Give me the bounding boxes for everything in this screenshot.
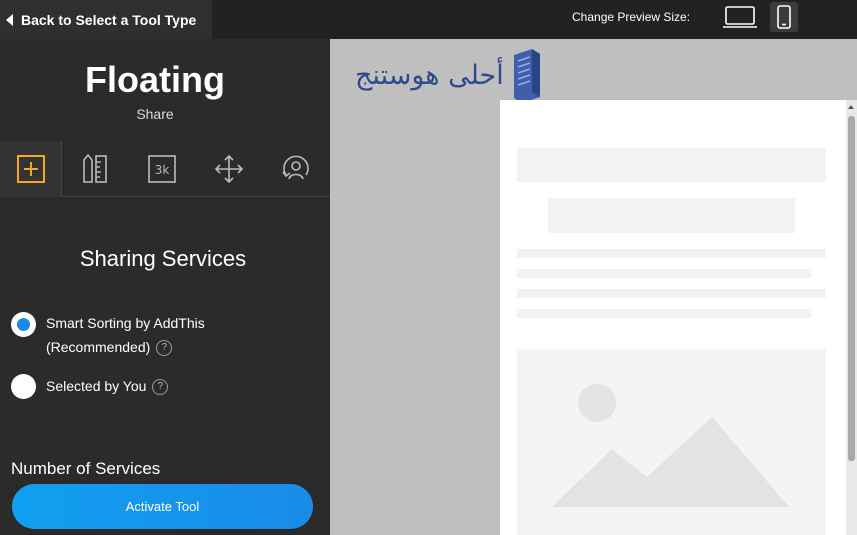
laptop-icon: [723, 6, 757, 28]
user-target-icon: [282, 155, 309, 180]
tool-title: Floating: [85, 59, 225, 100]
tab-counts[interactable]: 3k: [131, 141, 193, 197]
placeholder-title: [548, 198, 795, 233]
back-button[interactable]: Back to Select a Tool Type: [0, 0, 212, 39]
phone-icon: [777, 5, 791, 29]
tool-settings-panel: Floating Share 3k Sharing Services Smart…: [0, 39, 330, 535]
help-icon[interactable]: ?: [152, 379, 169, 396]
scroll-thumb[interactable]: [848, 116, 855, 461]
tab-position[interactable]: [198, 141, 260, 197]
site-logo: أحلى هوستنج: [355, 47, 544, 103]
placeholder-line: [517, 269, 811, 278]
preview-scrollbar[interactable]: [846, 100, 857, 535]
tab-design[interactable]: [64, 141, 126, 197]
scroll-up-icon[interactable]: [848, 105, 854, 109]
top-bar: Back to Select a Tool Type Change Previe…: [0, 0, 857, 39]
settings-tabs: 3k: [0, 141, 330, 197]
smart-sorting-option[interactable]: Smart Sorting by AddThis (Recommended)?: [11, 312, 205, 359]
radio-selected-dot: [17, 318, 30, 331]
3k-count-icon: 3k: [148, 155, 176, 183]
preview-size-label: Change Preview Size:: [572, 10, 691, 24]
placeholder-header: [517, 148, 826, 182]
help-icon[interactable]: ?: [156, 340, 173, 357]
tab-targeting[interactable]: [265, 141, 327, 197]
server-icon: [513, 49, 540, 103]
back-button-label: Back to Select a Tool Type: [21, 11, 197, 28]
placeholder-image: [517, 349, 826, 535]
placeholder-line: [517, 309, 811, 318]
selected-by-you-option[interactable]: Selected by You?: [11, 374, 169, 399]
sharing-services-title: Sharing Services: [79, 246, 247, 271]
pencil-ruler-icon: [83, 153, 107, 183]
smart-sorting-radio[interactable]: [11, 312, 36, 337]
logo-text: أحلى هوستنج: [355, 59, 504, 91]
desktop-preview-button[interactable]: [720, 2, 760, 32]
mobile-preview-button[interactable]: [770, 2, 798, 32]
selected-by-you-label: Selected by You: [46, 378, 147, 394]
smart-sorting-label: Smart Sorting by AddThis: [46, 315, 205, 331]
placeholder-line: [517, 289, 826, 298]
plus-box-icon: [16, 155, 45, 183]
recommended-label: (Recommended): [46, 339, 151, 355]
preview-area: أحلى هوستنج: [330, 39, 857, 535]
image-placeholder-icon: [552, 384, 789, 507]
mobile-preview-page: [500, 100, 846, 535]
move-arrows-icon: [214, 154, 244, 184]
placeholder-line: [517, 249, 826, 258]
activate-tool-button[interactable]: Activate Tool: [12, 484, 313, 529]
tool-subtitle: Share: [136, 106, 174, 122]
selected-by-you-radio[interactable]: [11, 374, 36, 399]
tab-services[interactable]: [0, 141, 62, 197]
svg-text:3k: 3k: [155, 163, 170, 177]
back-arrow-icon: [6, 13, 13, 26]
